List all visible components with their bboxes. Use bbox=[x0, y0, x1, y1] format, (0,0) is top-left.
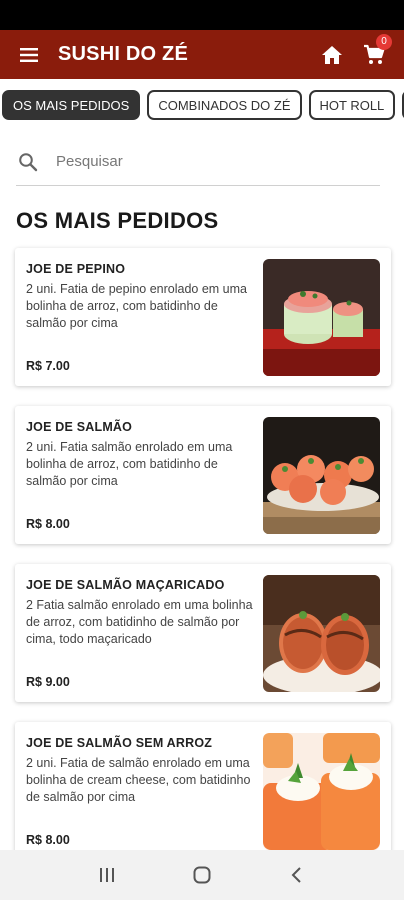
recents-icon bbox=[100, 868, 115, 882]
item-price: R$ 7.00 bbox=[26, 359, 70, 373]
item-price: R$ 8.00 bbox=[26, 517, 70, 531]
search-icon bbox=[18, 150, 42, 174]
tab-hot-roll[interactable]: HOT ROLL bbox=[308, 90, 396, 120]
item-image bbox=[263, 259, 380, 376]
item-description: 2 Fatia salmão enrolado em uma bolinha d… bbox=[26, 598, 253, 646]
home-button[interactable] bbox=[312, 30, 352, 79]
tab-os-mais-pedidos[interactable]: OS MAIS PEDIDOS bbox=[2, 90, 141, 120]
recents-button[interactable] bbox=[87, 855, 127, 895]
menu-item-card[interactable]: JOE DE PEPINO 2 uni. Fatia de pepino enr… bbox=[15, 248, 391, 386]
cart-count-badge: 0 bbox=[376, 34, 392, 50]
item-image bbox=[263, 417, 380, 534]
item-name: JOE DE SALMÃO bbox=[26, 420, 133, 434]
menu-item-card[interactable]: JOE DE SALMÃO 2 uni. Fatia salmão enrola… bbox=[15, 406, 391, 544]
cart-button[interactable]: 0 bbox=[352, 30, 396, 79]
item-image bbox=[263, 733, 380, 850]
search-input[interactable] bbox=[56, 153, 356, 170]
search-bar bbox=[16, 138, 380, 186]
item-image bbox=[263, 575, 380, 692]
status-bar bbox=[0, 0, 404, 30]
back-icon bbox=[291, 867, 301, 883]
tab-combinados-do-ze[interactable]: COMBINADOS DO ZÉ bbox=[147, 90, 302, 120]
item-name: JOE DE SALMÃO SEM ARROZ bbox=[26, 736, 213, 750]
item-description: 2 uni. Fatia de salmão enrolado em uma b… bbox=[26, 756, 251, 804]
menu-icon bbox=[20, 47, 38, 62]
home-nav-button[interactable] bbox=[182, 855, 222, 895]
item-description: 2 uni. Fatia salmão enrolado em uma boli… bbox=[26, 440, 233, 488]
home-circle-icon bbox=[193, 866, 211, 884]
system-nav-bar bbox=[0, 850, 404, 900]
item-price: R$ 9.00 bbox=[26, 675, 70, 689]
app-bar: SUSHI DO ZÉ 0 bbox=[0, 30, 404, 79]
menu-item-card[interactable]: JOE DE SALMÃO MAÇARICADO 2 Fatia salmão … bbox=[15, 564, 391, 702]
section-title: OS MAIS PEDIDOS bbox=[16, 208, 219, 233]
home-icon bbox=[322, 45, 342, 64]
app-title: SUSHI DO ZÉ bbox=[58, 43, 188, 65]
menu-button[interactable] bbox=[0, 30, 58, 79]
menu-list: JOE DE PEPINO 2 uni. Fatia de pepino enr… bbox=[15, 248, 391, 880]
item-name: JOE DE PEPINO bbox=[26, 262, 126, 276]
category-tabs: OS MAIS PEDIDOS COMBINADOS DO ZÉ HOT ROL… bbox=[0, 90, 404, 122]
menu-item-card[interactable]: JOE DE SALMÃO SEM ARROZ 2 uni. Fatia de … bbox=[15, 722, 391, 860]
item-name: JOE DE SALMÃO MAÇARICADO bbox=[26, 578, 225, 592]
back-nav-button[interactable] bbox=[277, 855, 317, 895]
item-description: 2 uni. Fatia de pepino enrolado em uma b… bbox=[26, 282, 247, 330]
item-price: R$ 8.00 bbox=[26, 833, 70, 847]
